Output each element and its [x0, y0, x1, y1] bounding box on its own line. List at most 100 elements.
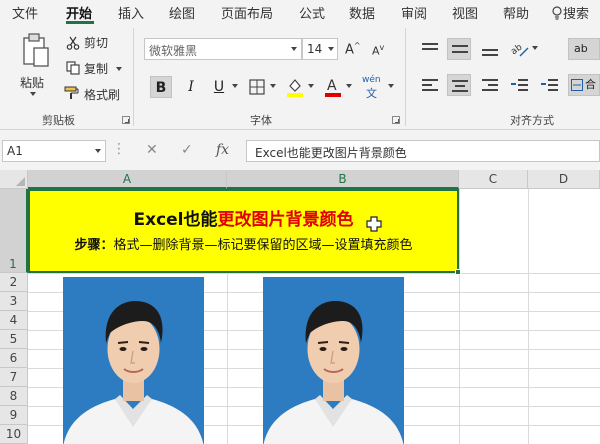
gridline: [28, 273, 600, 274]
bold-button[interactable]: B: [150, 76, 172, 98]
copy-dropdown-icon[interactable]: [116, 67, 122, 71]
font-color-dropdown-icon[interactable]: [346, 84, 352, 88]
copy-icon: [66, 60, 80, 79]
row-header-7[interactable]: 7: [0, 368, 28, 387]
tab-help[interactable]: 帮助: [503, 3, 529, 22]
clipboard-group-label: 剪贴板: [42, 114, 75, 127]
font-size-value: 14: [307, 42, 323, 56]
borders-icon[interactable]: [248, 78, 266, 100]
align-middle-button[interactable]: [447, 38, 471, 60]
formula-content: Excel也能更改图片背景颜色: [255, 146, 407, 160]
align-bottom-button[interactable]: [478, 38, 502, 60]
insert-function-button[interactable]: fx: [216, 142, 229, 158]
fill-handle[interactable]: [455, 269, 461, 275]
portrait-photo[interactable]: [263, 277, 404, 444]
decrease-indent-icon[interactable]: [508, 74, 532, 96]
borders-dropdown-icon[interactable]: [270, 84, 276, 88]
align-left-button[interactable]: [418, 74, 442, 96]
column-header-b[interactable]: B: [227, 170, 459, 189]
wrap-text-button[interactable]: ab: [568, 38, 600, 60]
phonetic-dropdown-icon[interactable]: [388, 84, 394, 88]
increase-indent-icon[interactable]: [538, 74, 562, 96]
cancel-icon[interactable]: ✕: [146, 142, 158, 158]
font-color-icon[interactable]: A: [324, 76, 342, 102]
phonetic-char: 文: [366, 87, 377, 100]
row-header-5[interactable]: 5: [0, 330, 28, 349]
column-header-c[interactable]: C: [459, 170, 528, 189]
name-box[interactable]: A1: [2, 140, 106, 162]
enter-icon[interactable]: ✓: [181, 142, 193, 158]
ribbon-tab-bar: 文件 开始 插入 绘图 页面布局 公式 数据 审阅 视图 帮助 搜索: [0, 0, 600, 24]
row-header-1[interactable]: 1: [0, 189, 28, 273]
increase-font-size-button[interactable]: A^: [345, 41, 361, 57]
font-size-select[interactable]: 14: [302, 38, 338, 60]
tab-insert[interactable]: 插入: [118, 3, 144, 22]
underline-button[interactable]: U: [208, 76, 230, 98]
cell-title: Excel也能更改图片背景颜色: [30, 205, 457, 230]
phonetic-pinyin: wén: [362, 75, 381, 85]
clipboard-launcher-icon[interactable]: [122, 116, 130, 124]
worksheet-grid[interactable]: A B C D 1 2 3 4 5 6 7 8 9 10 Excel也能更改图片…: [0, 170, 600, 444]
fill-color-dropdown-icon[interactable]: [308, 84, 314, 88]
group-separator: [405, 28, 406, 126]
formula-input[interactable]: Excel也能更改图片背景颜色: [246, 140, 600, 162]
row-header-10[interactable]: 10: [0, 425, 28, 444]
cell-cursor-icon: [366, 216, 382, 232]
select-all-button[interactable]: [0, 170, 28, 189]
merge-icon: [571, 79, 583, 91]
cut-button[interactable]: 剪切: [84, 34, 108, 51]
row-header-2[interactable]: 2: [0, 273, 28, 292]
column-header-d[interactable]: D: [528, 170, 600, 189]
row-header-6[interactable]: 6: [0, 349, 28, 368]
font-launcher-icon[interactable]: [392, 116, 400, 124]
align-top-button[interactable]: [418, 38, 442, 60]
decrease-font-size-button[interactable]: Av: [372, 43, 384, 58]
orientation-icon[interactable]: ab: [508, 38, 532, 60]
merge-center-button[interactable]: 合: [568, 74, 600, 96]
paste-button[interactable]: 粘贴: [20, 74, 44, 91]
tab-file[interactable]: 文件: [12, 3, 38, 22]
column-header-a[interactable]: A: [28, 170, 227, 189]
lightbulb-icon: [552, 6, 562, 20]
row-header-4[interactable]: 4: [0, 311, 28, 330]
portrait-photo[interactable]: [63, 277, 204, 444]
svg-text:A: A: [327, 78, 337, 94]
tab-draw[interactable]: 绘图: [169, 3, 195, 22]
group-separator: [133, 28, 134, 126]
font-group-label: 字体: [250, 114, 272, 127]
more-options-icon[interactable]: ⋮: [112, 141, 126, 157]
cell-steps: 步骤：格式—删除背景—标记要保留的区域—设置填充颜色: [30, 234, 457, 253]
scissors-icon: [66, 35, 80, 54]
svg-text:ab: ab: [509, 42, 524, 57]
format-painter-button[interactable]: 格式刷: [84, 86, 120, 103]
row-header-3[interactable]: 3: [0, 292, 28, 311]
copy-button[interactable]: 复制: [84, 60, 108, 77]
row-header-8[interactable]: 8: [0, 387, 28, 406]
paste-icon[interactable]: [18, 32, 52, 72]
format-painter-icon: [64, 85, 80, 104]
font-name-select[interactable]: 微软雅黑: [144, 38, 302, 60]
alignment-group-label: 对齐方式: [510, 114, 554, 127]
steps-text: 格式—删除背景—标记要保留的区域—设置填充颜色: [113, 238, 413, 253]
paste-dropdown-icon[interactable]: [30, 92, 36, 96]
tab-home[interactable]: 开始: [66, 3, 92, 22]
align-center-button[interactable]: [447, 74, 471, 96]
orientation-dropdown-icon[interactable]: [532, 46, 538, 50]
tab-data[interactable]: 数据: [349, 3, 375, 22]
underline-dropdown-icon[interactable]: [232, 84, 238, 88]
tab-view[interactable]: 视图: [452, 3, 478, 22]
tab-page-layout[interactable]: 页面布局: [221, 3, 273, 22]
chevron-down-icon: [95, 149, 101, 153]
row-header-9[interactable]: 9: [0, 406, 28, 425]
fill-color-icon[interactable]: [286, 77, 304, 101]
tab-formulas[interactable]: 公式: [299, 3, 325, 22]
tab-review[interactable]: 审阅: [401, 3, 427, 22]
phonetic-guide-button[interactable]: wén 文: [362, 75, 381, 101]
cell-a1-merged[interactable]: Excel也能更改图片背景颜色 步骤：格式—删除背景—标记要保留的区域—设置填充…: [28, 189, 459, 273]
italic-button[interactable]: I: [180, 76, 202, 98]
name-box-value: A1: [7, 144, 23, 158]
align-right-button[interactable]: [478, 74, 502, 96]
search-box[interactable]: 搜索: [551, 3, 589, 22]
formula-bar: A1 ⋮ ✕ ✓ fx Excel也能更改图片背景颜色: [0, 130, 600, 170]
font-name-value: 微软雅黑: [149, 44, 198, 58]
